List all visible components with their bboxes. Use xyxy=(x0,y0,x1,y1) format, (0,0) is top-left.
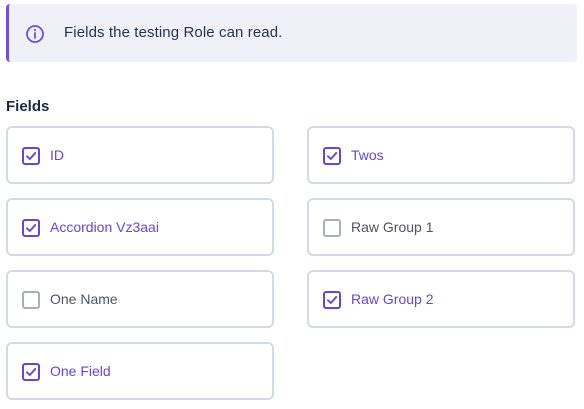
field-checkbox[interactable] xyxy=(323,291,341,309)
fields-section-label: Fields xyxy=(6,98,50,115)
field-label: Raw Group 2 xyxy=(351,291,434,307)
field-option-one-field[interactable]: One Field xyxy=(6,342,274,400)
field-checkbox[interactable] xyxy=(323,147,341,165)
field-option-raw-group-1[interactable]: Raw Group 1 xyxy=(307,198,575,256)
field-option-raw-group-2[interactable]: Raw Group 2 xyxy=(307,270,575,328)
info-notice: Fields the testing Role can read. xyxy=(6,4,577,62)
field-option-accordion-vz3aai[interactable]: Accordion Vz3aai xyxy=(6,198,274,256)
notice-text: Fields the testing Role can read. xyxy=(64,24,283,41)
field-option-one-name[interactable]: One Name xyxy=(6,270,274,328)
field-checkbox[interactable] xyxy=(323,219,341,237)
field-label: One Field xyxy=(50,363,111,379)
info-circle-icon xyxy=(26,25,44,43)
field-checkbox[interactable] xyxy=(22,291,40,309)
field-checkbox[interactable] xyxy=(22,363,40,381)
field-option-id[interactable]: ID xyxy=(6,126,274,184)
field-option-twos[interactable]: Twos xyxy=(307,126,575,184)
checkmark-icon xyxy=(26,152,37,160)
field-checkbox[interactable] xyxy=(22,147,40,165)
checkmark-icon xyxy=(26,368,37,376)
checkmark-icon xyxy=(327,152,338,160)
field-checkbox[interactable] xyxy=(22,219,40,237)
field-label: Twos xyxy=(351,147,384,163)
field-label: Accordion Vz3aai xyxy=(50,219,159,235)
field-label: Raw Group 1 xyxy=(351,219,434,235)
checkmark-icon xyxy=(26,224,37,232)
field-label: ID xyxy=(50,147,64,163)
field-label: One Name xyxy=(50,291,118,307)
checkmark-icon xyxy=(327,296,338,304)
